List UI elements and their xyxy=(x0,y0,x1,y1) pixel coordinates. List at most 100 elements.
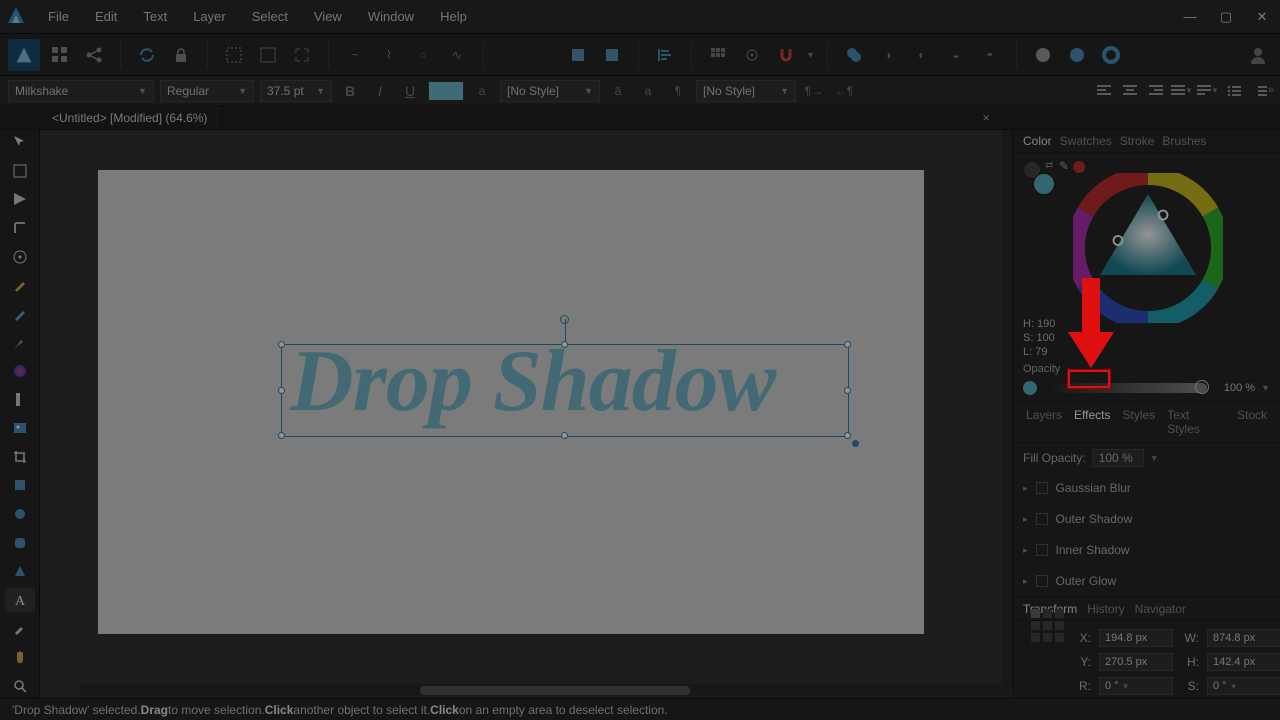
arrange-grid-icon[interactable] xyxy=(46,41,74,69)
flip-horizontal-icon[interactable] xyxy=(496,41,524,69)
transform-r-field[interactable]: 0 °▼ xyxy=(1099,677,1173,695)
menu-help[interactable]: Help xyxy=(436,3,471,30)
artboard-tool-icon[interactable] xyxy=(5,159,35,184)
fill-opacity-dropdown-icon[interactable]: ▼ xyxy=(1150,453,1159,463)
insert-target-icon[interactable] xyxy=(1029,41,1057,69)
rotation-point-icon[interactable] xyxy=(738,41,766,69)
toolbar-overflow-icon[interactable]: » xyxy=(1268,84,1274,96)
selection-handle-s[interactable] xyxy=(561,432,568,439)
snap-bounds-icon[interactable] xyxy=(254,41,282,69)
menu-select[interactable]: Select xyxy=(248,3,292,30)
selection-handle-nw[interactable] xyxy=(278,341,285,348)
font-size-dropdown[interactable]: 37.5 pt▼ xyxy=(260,80,332,102)
transform-s-field[interactable]: 0 °▼ xyxy=(1207,677,1280,695)
pencil-tool-icon[interactable] xyxy=(5,302,35,327)
align-left-icon[interactable] xyxy=(651,41,679,69)
outer-glow-checkbox[interactable] xyxy=(1036,575,1048,587)
insert-inside-icon[interactable] xyxy=(1097,41,1125,69)
align-left-text-icon[interactable] xyxy=(1092,80,1116,102)
menu-window[interactable]: Window xyxy=(364,3,418,30)
transform-w-field[interactable]: 874.8 px xyxy=(1207,629,1280,647)
lock-defaults-icon[interactable] xyxy=(167,41,195,69)
transform-y-field[interactable]: 270.5 px xyxy=(1099,653,1173,671)
anchor-point-grid[interactable] xyxy=(1031,609,1064,642)
panel-eyedropper-icon[interactable]: ✎ xyxy=(1059,159,1069,173)
curve-join-icon[interactable]: ~ xyxy=(341,41,369,69)
effect-inner-shadow[interactable]: ▸Inner Shadow xyxy=(1013,535,1280,566)
tab-text-styles[interactable]: Text Styles xyxy=(1164,406,1228,438)
tab-stroke[interactable]: Stroke xyxy=(1120,134,1155,148)
outer-shadow-checkbox[interactable] xyxy=(1036,513,1048,525)
sync-icon[interactable] xyxy=(133,41,161,69)
bold-icon[interactable]: B xyxy=(338,80,362,102)
rectangle-tool-icon[interactable] xyxy=(5,473,35,498)
artistic-text-object[interactable]: Drop Shadow xyxy=(290,331,775,432)
char-style-reset-icon[interactable]: a xyxy=(470,80,494,102)
swap-colors-icon[interactable]: ⇄ xyxy=(1045,160,1053,171)
transform-h-field[interactable]: 142.4 px xyxy=(1207,653,1280,671)
curve-close-icon[interactable]: ○ xyxy=(409,41,437,69)
underline-icon[interactable]: U xyxy=(398,80,422,102)
rotate-cw-icon[interactable] xyxy=(598,41,626,69)
tab-effects[interactable]: Effects xyxy=(1071,406,1113,438)
curve-smooth-icon[interactable]: ∿ xyxy=(443,41,471,69)
rtl-icon[interactable]: ←¶ xyxy=(832,80,856,102)
persona-icon[interactable] xyxy=(8,39,40,71)
bool-add-icon[interactable] xyxy=(840,41,868,69)
zoom-tool-icon[interactable] xyxy=(5,673,35,698)
vertical-scrollbar[interactable] xyxy=(1002,130,1012,684)
ltr-icon[interactable]: ¶→ xyxy=(802,80,826,102)
tab-stock[interactable]: Stock xyxy=(1234,406,1270,438)
hand-tool-icon[interactable] xyxy=(5,645,35,670)
menu-file[interactable]: File xyxy=(44,3,73,30)
eyedropper-tool-icon[interactable] xyxy=(5,616,35,641)
bool-xor-icon[interactable]: ◒ xyxy=(942,41,970,69)
bullet-list-icon[interactable] xyxy=(1222,80,1246,102)
gaussian-blur-checkbox[interactable] xyxy=(1036,482,1048,494)
bool-intersect-icon[interactable]: ◐ xyxy=(908,41,936,69)
effect-gaussian-blur[interactable]: ▸Gaussian Blur xyxy=(1013,473,1280,504)
brush-tool-icon[interactable] xyxy=(5,330,35,355)
opacity-knob[interactable] xyxy=(1023,381,1037,395)
selection-handle-w[interactable] xyxy=(278,387,285,394)
close-button[interactable]: ✕ xyxy=(1244,4,1280,30)
point-transform-tool-icon[interactable] xyxy=(5,244,35,269)
magnet-icon[interactable] xyxy=(772,41,800,69)
menu-text[interactable]: Text xyxy=(139,3,171,30)
share-icon[interactable] xyxy=(80,41,108,69)
triangle-tool-icon[interactable] xyxy=(5,559,35,584)
maximize-button[interactable]: ▢ xyxy=(1208,4,1244,30)
selection-handle-ne[interactable] xyxy=(844,341,851,348)
transform-x-field[interactable]: 194.8 px xyxy=(1099,629,1173,647)
tab-styles[interactable]: Styles xyxy=(1120,406,1159,438)
pen-tool-icon[interactable] xyxy=(5,273,35,298)
typography-icon[interactable]: a xyxy=(636,80,660,102)
para-style-dropdown[interactable]: [No Style]▼ xyxy=(696,80,796,102)
horizontal-scrollbar[interactable] xyxy=(80,684,1010,698)
opacity-slider[interactable] xyxy=(1043,383,1207,393)
grid-3-icon[interactable] xyxy=(704,41,732,69)
selection-handle-sw[interactable] xyxy=(278,432,285,439)
minimize-button[interactable]: — xyxy=(1172,4,1208,30)
selection-handle-se[interactable] xyxy=(844,432,851,439)
transparency-tool-icon[interactable] xyxy=(5,387,35,412)
opacity-value[interactable]: 100 % xyxy=(1213,382,1255,394)
effect-outer-shadow[interactable]: ▸Outer Shadow xyxy=(1013,504,1280,535)
tab-swatches[interactable]: Swatches xyxy=(1060,134,1112,148)
menu-view[interactable]: View xyxy=(310,3,346,30)
font-weight-dropdown[interactable]: Regular▼ xyxy=(160,80,254,102)
move-tool-icon[interactable] xyxy=(5,130,35,155)
align-justify-icon[interactable]: ▼ xyxy=(1170,80,1194,102)
effect-outer-glow[interactable]: ▸Outer Glow xyxy=(1013,566,1280,597)
artistic-text-tool-icon[interactable]: A xyxy=(5,588,35,613)
canvas-viewport[interactable]: Drop Shadow xyxy=(40,130,1012,698)
tab-color[interactable]: Color xyxy=(1023,134,1052,148)
crop-tool-icon[interactable] xyxy=(5,445,35,470)
menu-edit[interactable]: Edit xyxy=(91,3,121,30)
opacity-dropdown-icon[interactable]: ▼ xyxy=(1261,383,1270,393)
bool-divide-icon[interactable]: ◓ xyxy=(976,41,1004,69)
rotation-handle[interactable] xyxy=(560,315,569,324)
node-tool-icon[interactable] xyxy=(5,187,35,212)
snap-expand-icon[interactable] xyxy=(288,41,316,69)
snap-all-icon[interactable] xyxy=(220,41,248,69)
